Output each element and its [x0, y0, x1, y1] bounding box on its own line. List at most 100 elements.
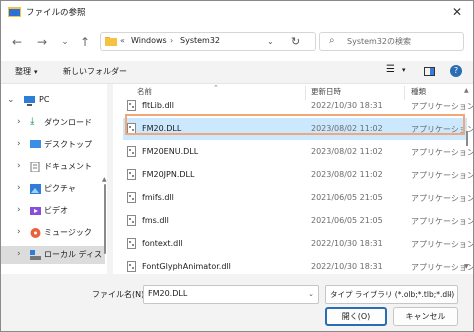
window-title: ファイルの参照 [26, 8, 86, 18]
cancel-button[interactable]: キャンセル [393, 307, 458, 326]
sidebar-item-downloads[interactable]: › ⤓ ダウンロード [1, 114, 105, 132]
sort-chevron-icon: ⌃ [213, 84, 219, 92]
scroll-down-icon[interactable]: ▼ [464, 263, 469, 270]
file-name: fontext.dll [142, 239, 183, 248]
sidebar-item-documents[interactable]: › ドキュメント [1, 158, 105, 176]
title-bar: ファイルの参照 ✕ [1, 1, 473, 23]
dll-file-icon [127, 215, 136, 226]
file-row[interactable]: fontext.dll 2022/10/30 18:31 アプリケーション [123, 233, 473, 255]
up-arrow-icon[interactable]: ↑ [77, 34, 93, 50]
filename-label: ファイル名(N): [92, 290, 147, 299]
file-row[interactable]: FontGlyphAnimator.dll 2022/10/30 18:31 アプリ… [123, 256, 473, 274]
recent-locations-chevron-icon[interactable]: ⌄ [57, 34, 73, 50]
scroll-up-icon[interactable]: ▲ [464, 87, 469, 94]
view-dropdown-icon[interactable]: ▾ [402, 66, 406, 74]
folder-icon [105, 37, 117, 46]
new-folder-button[interactable]: 新しいフォルダー [63, 66, 127, 77]
file-type-select[interactable]: タイプ ライブラリ (*.olb;*.tlb;*.dll) ⌄ [325, 285, 458, 304]
search-placeholder: System32の検索 [347, 37, 412, 46]
sidebar-label: ミュージック [44, 228, 92, 237]
file-name: FontGlyphAnimator.dll [142, 262, 231, 271]
open-button[interactable]: 開く(O) [325, 307, 387, 326]
expand-chevron-icon[interactable]: › [17, 161, 21, 171]
file-list-scrollbar[interactable] [466, 131, 468, 146]
filename-input[interactable]: FM20.DLL ⌄ [143, 285, 319, 304]
dll-file-icon [127, 146, 136, 157]
document-icon [30, 162, 40, 172]
sidebar-label: ビデオ [44, 206, 68, 215]
sidebar-label: ドキュメント [44, 162, 92, 171]
filename-value: FM20.DLL [148, 289, 188, 298]
drive-icon [30, 250, 41, 260]
expand-chevron-icon[interactable]: › [17, 249, 21, 259]
file-name: FM20JPN.DLL [142, 170, 195, 179]
sidebar-item-pc[interactable]: ⌄ PC [1, 92, 105, 110]
sidebar-scrollbar[interactable] [104, 184, 106, 254]
dll-file-icon [127, 100, 136, 111]
file-name: fltLib.dll [142, 101, 174, 110]
scroll-up-icon[interactable]: ▲ [102, 176, 107, 183]
expand-chevron-icon[interactable]: › [17, 183, 21, 193]
help-icon[interactable]: ? [450, 65, 462, 77]
search-box[interactable]: ⌕ System32の検索 [319, 32, 464, 51]
address-dropdown-icon[interactable]: ⌄ [267, 37, 274, 46]
dll-file-icon [127, 169, 136, 180]
file-browse-dialog: ファイルの参照 ✕ ← → ⌄ ↑ « Windows › System32 ⌄… [0, 0, 474, 332]
expand-chevron-icon[interactable]: › [17, 205, 21, 215]
file-type: アプリケーション [411, 171, 473, 180]
dll-file-icon [127, 238, 136, 249]
file-date: 2023/08/02 11:02 [311, 147, 383, 156]
forward-arrow-icon[interactable]: → [34, 34, 50, 50]
expand-chevron-icon[interactable]: › [17, 139, 21, 149]
filename-dropdown-icon[interactable]: ⌄ [308, 290, 314, 298]
command-bar: 整理 ▾ 新しいフォルダー ☰ ▾ ? [1, 61, 473, 83]
navigation-pane: ⌄ PC › ⤓ ダウンロード › デスクトップ › ドキュメント › ピクチャ… [1, 84, 107, 274]
preview-pane-icon[interactable] [424, 67, 435, 76]
search-icon: ⌕ [329, 35, 335, 46]
breadcrumb-windows[interactable]: Windows [131, 36, 167, 45]
sidebar-item-music[interactable]: › ミュージック [1, 224, 105, 242]
selection-highlight [125, 114, 465, 135]
file-type: アプリケーション [411, 194, 473, 203]
view-options-icon[interactable]: ☰ [386, 64, 395, 75]
sidebar-label: ローカル ディスク (C [44, 250, 102, 259]
close-button[interactable]: ✕ [445, 3, 469, 21]
file-row[interactable]: FM20JPN.DLL 2023/08/02 11:02 アプリケーション [123, 164, 473, 186]
file-date: 2022/10/30 18:31 [311, 239, 383, 248]
file-type: アプリケーション [411, 217, 473, 226]
file-type-dropdown-icon: ⌄ [447, 290, 453, 298]
sidebar-label: ダウンロード [44, 118, 92, 127]
sidebar-label: ピクチャ [44, 184, 76, 193]
file-name: fms.dll [142, 216, 169, 225]
expand-chevron-icon[interactable]: › [17, 227, 21, 237]
file-row[interactable]: fmifs.dll 2021/06/05 21:05 アプリケーション [123, 187, 473, 209]
breadcrumb-separator: › [170, 36, 174, 45]
sidebar-item-pictures[interactable]: › ピクチャ [1, 180, 105, 198]
sidebar-item-local-disk[interactable]: › ローカル ディスク (C [1, 246, 105, 264]
file-row[interactable]: fms.dll 2021/06/05 21:05 アプリケーション [123, 210, 473, 232]
collapse-chevron-icon[interactable]: ⌄ [7, 95, 15, 105]
sidebar-item-desktop[interactable]: › デスクトップ [1, 136, 105, 154]
navigation-bar: ← → ⌄ ↑ « Windows › System32 ⌄ ↻ ⌕ Syste… [1, 23, 473, 61]
organize-menu[interactable]: 整理 ▾ [15, 66, 38, 77]
file-type: アプリケーション [411, 240, 473, 249]
pictures-icon [30, 184, 41, 194]
dll-file-icon [127, 261, 136, 272]
file-name: fmifs.dll [142, 193, 174, 202]
download-icon: ⤓ [30, 116, 35, 127]
breadcrumb-system32[interactable]: System32 [180, 36, 220, 45]
file-row[interactable]: FM20ENU.DLL 2023/08/02 11:02 アプリケーション [123, 141, 473, 163]
file-date: 2021/06/05 21:05 [311, 216, 383, 225]
breadcrumb-overflow[interactable]: « [120, 36, 125, 45]
expand-chevron-icon[interactable]: › [17, 117, 21, 127]
file-date: 2022/10/30 18:31 [311, 101, 383, 110]
organize-label: 整理 [15, 67, 31, 76]
refresh-icon[interactable]: ↻ [291, 35, 300, 48]
sidebar-label: PC [39, 95, 50, 104]
pc-icon [24, 96, 35, 106]
back-arrow-icon[interactable]: ← [9, 34, 25, 50]
sidebar-item-videos[interactable]: › ビデオ [1, 202, 105, 220]
address-bar[interactable]: « Windows › System32 [100, 32, 316, 51]
dialog-footer: ファイル名(N): FM20.DLL ⌄ タイプ ライブラリ (*.olb;*.… [1, 274, 473, 331]
file-type: アプリケーション [411, 148, 473, 157]
